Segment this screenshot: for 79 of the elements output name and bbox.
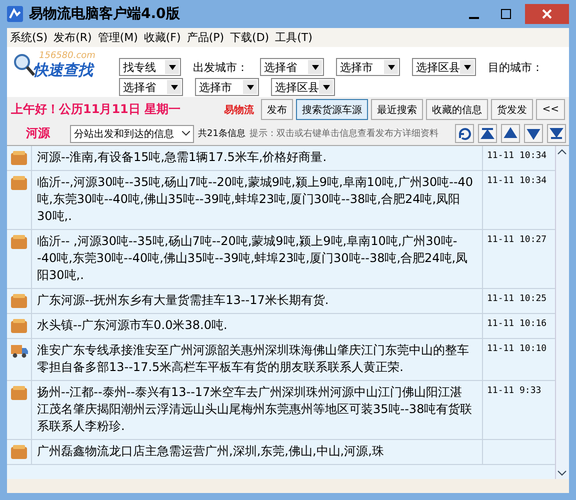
close-icon xyxy=(542,9,552,19)
message-time: 11-11 10:10 xyxy=(487,344,547,354)
dropdown-arrow-icon xyxy=(246,84,254,90)
box-icon xyxy=(11,386,27,400)
message-text: 广东河源--抚州东乡有大量货需挂车13--17米长期有货. xyxy=(32,289,483,313)
dropdown-arrow-icon xyxy=(168,64,176,70)
logo-site: 156580.com xyxy=(39,51,96,61)
scrollbar[interactable] xyxy=(555,146,569,479)
box-icon xyxy=(11,445,27,459)
truck-icon xyxy=(11,344,28,358)
to-select[interactable]: 选择市 xyxy=(195,78,259,96)
to-select[interactable]: 选择省 xyxy=(119,78,183,96)
from-select[interactable]: 选择省 xyxy=(260,58,324,76)
message-time: 11-11 10:34 xyxy=(487,151,547,161)
box-icon xyxy=(11,176,27,190)
menu-item[interactable]: 发布(R) xyxy=(54,30,92,45)
maximize-icon xyxy=(501,9,511,19)
nav-button[interactable] xyxy=(455,124,474,143)
magnifier-icon xyxy=(13,53,35,77)
message-time: 11-11 10:16 xyxy=(487,319,547,329)
logo-title: 快速查找 xyxy=(33,61,96,80)
minimize-icon xyxy=(469,17,479,19)
window-title: 易物流电脑客户端4.0版 xyxy=(29,5,181,23)
message-text: 淮安广东专线承接淮安至广州河源韶关惠州深圳珠海佛山肇庆江门东莞中山的整车零担自备多部13--17.5米高栏车平板车有货的朋友联系联系人黄正荣. xyxy=(32,339,483,380)
box-icon xyxy=(11,294,27,308)
dropdown-arrow-icon xyxy=(170,84,178,90)
toolbar-button[interactable]: 发布 xyxy=(261,99,294,120)
box-icon xyxy=(11,151,27,165)
from-label: 出发城市： xyxy=(193,60,248,74)
chevron-down-icon xyxy=(182,131,190,136)
to-label: 目的城市： xyxy=(488,60,543,74)
city-label: 河源 xyxy=(25,125,51,142)
brand: 易物流 xyxy=(224,103,255,116)
menu-item[interactable]: 系统(S) xyxy=(10,30,48,45)
message-time: 11-11 10:25 xyxy=(487,294,547,304)
mode-select[interactable]: 找专线 xyxy=(119,58,181,76)
count-text: 共21条信息 xyxy=(198,128,246,140)
collapse-button[interactable]: << xyxy=(536,99,565,120)
down-arrow-icon xyxy=(526,126,541,141)
message-time: 11-11 10:27 xyxy=(487,235,547,245)
filter-dropdown[interactable]: 分站出发和到达的信息 xyxy=(70,124,194,142)
toolbar-button[interactable]: 搜索货源车源 xyxy=(296,99,368,120)
dropdown-arrow-icon xyxy=(464,64,470,70)
toolbar-button[interactable]: 收藏的信息 xyxy=(426,99,488,120)
menu-item[interactable]: 下载(D) xyxy=(230,30,270,45)
hint-text: 提示：双击或右键单击信息查看发布方详细资料 xyxy=(249,128,440,140)
greeting: 上午好！公历11月11日 星期一 xyxy=(11,101,182,118)
box-icon xyxy=(11,319,27,333)
message-time: 11-11 10:34 xyxy=(487,176,547,186)
last-page-icon xyxy=(549,126,564,141)
close-button[interactable] xyxy=(525,4,569,24)
dropdown-arrow-icon xyxy=(312,64,318,70)
message-text: 临沂--,河源30吨--35吨,砀山7吨--20吨,蒙城9吨,颍上9吨,阜南10吨,广州30吨--40吨,东莞30吨--40吨,佛山35吨--39吨,蚌埠23吨,厦门30吨--38吨,合肥24吨,凤阳30吨,. xyxy=(32,171,483,229)
nav-button[interactable] xyxy=(478,124,497,143)
toolbar-button[interactable]: 货发发 xyxy=(491,99,534,120)
from-select[interactable]: 选择区县 xyxy=(412,58,476,76)
to-select[interactable]: 选择区县 xyxy=(271,78,335,96)
refresh-icon xyxy=(457,126,472,141)
nav-button[interactable] xyxy=(501,124,520,143)
dropdown-arrow-icon xyxy=(388,64,394,70)
menu-item[interactable]: 收藏(F) xyxy=(144,30,181,45)
message-text: 广州磊鑫物流龙口店主急需运营广州,深圳,东莞,佛山,中山,河源,珠 xyxy=(32,440,483,464)
menu-item[interactable]: 产品(P) xyxy=(186,30,224,45)
message-text: 临沂-- ,河源30吨--35吨,砀山7吨--20吨,蒙城9吨,颍上9吨,阜南10吨,广州30吨--40吨,东莞30吨--40吨,佛山35吨--39吨,蚌埠23吨,厦门30吨--38吨,合肥24吨,凤阳30吨,. xyxy=(32,230,483,288)
menu-item[interactable]: 管理(M) xyxy=(98,30,138,45)
first-page-icon xyxy=(480,126,495,141)
dropdown-arrow-icon xyxy=(322,84,330,90)
message-text: 水头镇--广东河源市车0.0米38.0吨. xyxy=(32,314,483,338)
nav-button[interactable] xyxy=(524,124,543,143)
up-arrow-icon xyxy=(503,126,518,141)
menu-item[interactable]: 工具(T) xyxy=(275,30,312,45)
message-time: 11-11 9:33 xyxy=(487,386,542,396)
from-select[interactable]: 选择市 xyxy=(336,58,400,76)
nav-button[interactable] xyxy=(547,124,566,143)
toolbar-button[interactable]: 最近搜索 xyxy=(371,99,424,120)
message-text: 河源--淮南,有设备15吨,急需1辆17.5米车,价格好商量. xyxy=(32,146,483,170)
app-icon xyxy=(7,6,23,22)
message-text: 扬州--江都--泰州--泰兴有13--17米空车去广州深圳珠州河源中山江门佛山阳江湛江茂名肇庆揭阳潮州云浮清远山头山尾梅州东莞惠州等地区可装35吨--38吨有货联系联系人李粉珍. xyxy=(32,381,483,439)
box-icon xyxy=(11,235,27,249)
